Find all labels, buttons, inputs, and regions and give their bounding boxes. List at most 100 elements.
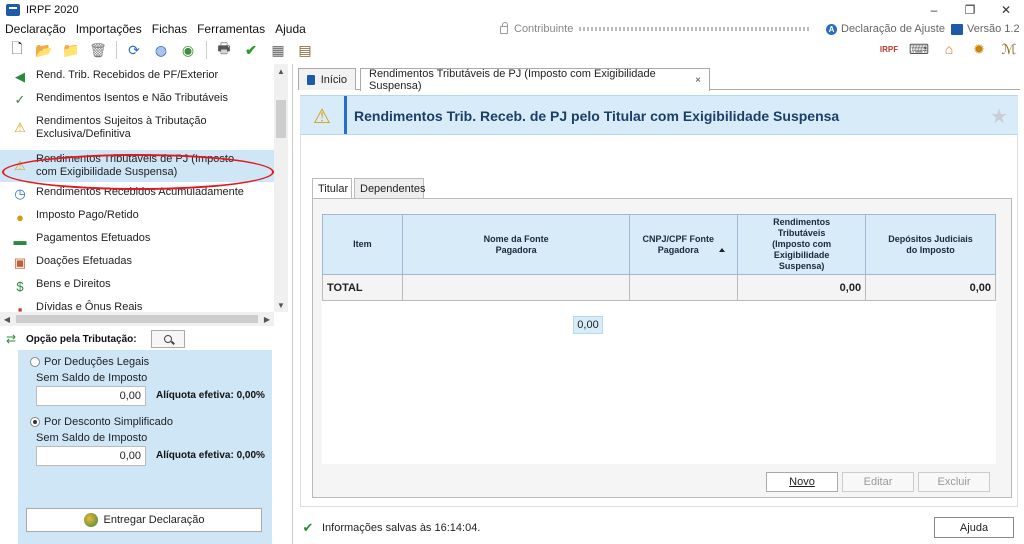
menu-ferramentas[interactable]: Ferramentas [192,22,270,36]
nav-item-rend-exclusiva[interactable]: ⚠ Rendimentos Sujeitos à Tributação Excl… [0,111,274,150]
radio-desconto-simplificado[interactable]: Por Desconto Simplificado [30,416,173,428]
nav-item-imposto-pago[interactable]: ● Imposto Pago/Retido [0,204,274,227]
radio-button-checked[interactable] [30,417,40,427]
tab-label: Dependentes [360,182,426,195]
irpf-icon[interactable]: IRPF [880,40,898,58]
money-warning-icon: ⚠ [313,105,331,128]
keyboard-icon[interactable]: ⌨ [909,40,929,58]
entregar-declaracao-button[interactable]: Entregar Declaração [26,508,262,532]
menu-ajuda[interactable]: Ajuda [270,22,311,36]
nav-item-pagamentos[interactable]: ▬ Pagamentos Efetuados [0,227,274,250]
column-header-nome-fonte[interactable]: Nome da Fonte Pagadora [401,214,631,275]
nav-item-bens-direitos[interactable]: $ Bens e Direitos [0,273,274,296]
globe-icon[interactable]: ◉ [179,41,197,59]
restore-button[interactable]: ❐ [952,0,988,20]
nav-item-dividas[interactable]: ▪ Dívidas e Ônus Reais [0,296,274,312]
scroll-right-icon[interactable]: ▶ [260,312,274,326]
opcao-tributacao-label: Opção pela Tributação: [26,333,137,345]
nav-item-label: Rendimentos Tributáveis de PJ (Imposto c… [36,153,235,178]
toolbar: 🗋 📂 📁 🗑 ⟳ ◍ ◉ 🖶 ✔ ▦ ▤ IRPF ⌨ ⌂ ✹ ℳ [0,38,1024,62]
version-info: Versão 1.2 [951,20,1020,38]
column-header-item[interactable]: Item [322,214,403,275]
simplificado-saldo-label: Sem Saldo de Imposto [36,432,148,444]
deducoes-value-field: 0,00 [36,386,146,406]
donation-icon: ▣ [13,255,27,270]
check-icon[interactable]: ✔ [242,41,260,59]
contribuinte-info: Contribuinte [500,20,810,38]
status-message: Informações salvas às 16:14:04. [322,522,481,534]
window-title: IRPF 2020 [26,4,79,16]
radio-simplificado-label: Por Desconto Simplificado [44,416,174,428]
declaration-type-icon: A [826,23,837,35]
scroll-thumb[interactable] [276,100,286,138]
opcao-tributacao-row: ⇄ Opção pela Tributação: [0,328,290,350]
total-label: TOTAL [322,274,403,301]
tab-dependentes[interactable]: Dependentes [354,178,426,198]
menu-importacoes[interactable]: Importações [71,22,147,36]
toolbar-separator [206,41,207,59]
nav-item-doacoes[interactable]: ▣ Doações Efetuadas [0,250,274,273]
scroll-left-icon[interactable]: ◀ [0,312,14,326]
trash-icon[interactable]: 🗑 [89,41,107,59]
column-header-rendimentos[interactable]: Rendimentos Tributáveis (Imposto com Exi… [737,214,867,275]
shield-check-icon: ✓ [14,92,26,107]
open-folder-icon[interactable]: 📂 [35,41,53,59]
menu-declaracao[interactable]: Declaração [0,22,71,36]
dollar-box-icon: $ [16,278,24,294]
close-button[interactable]: ✕ [988,0,1024,20]
radio-button[interactable] [30,357,40,367]
calculator-icon[interactable]: ▦ [269,41,287,59]
nav-item-label: Rend. Trib. Recebidos de PF/Exterior [36,69,219,81]
search-button[interactable] [150,330,185,348]
radio-deducoes-label: Por Deduções Legais [44,356,150,368]
new-file-icon[interactable]: 🗋 [8,40,26,59]
help-m-icon[interactable]: ℳ [1000,40,1018,58]
report-icon[interactable]: ▤ [296,41,314,59]
nav-item-label: Dívidas e Ônus Reais [36,301,143,312]
close-tab-icon[interactable]: × [695,75,701,86]
novo-button[interactable]: Novo [766,472,838,492]
home-tab-icon [307,74,315,85]
window-controls: – ❐ ✕ [916,0,1024,20]
folder-icon[interactable]: 📁 [62,41,80,59]
tributacao-panel: Por Deduções Legais Sem Saldo de Imposto… [18,350,272,544]
menu-fichas[interactable]: Fichas [147,22,192,36]
simplificado-aliquota: Alíquota efetiva: 0,00% [156,450,265,461]
globe-arrows-icon[interactable]: ⟳ [125,41,143,59]
nav-item-rend-isentos[interactable]: ✓ Rendimentos Isentos e Não Tributáveis [0,87,274,111]
minimize-button[interactable]: – [916,0,952,20]
excluir-button[interactable]: Excluir [918,472,990,492]
grid-container: Item Nome da Fonte Pagadora CNPJ/CPF Fon… [312,198,1012,498]
warning-icon: ⚠ [14,120,26,135]
home-icon[interactable]: ⌂ [940,40,958,58]
total-cell-cnpj [629,274,739,301]
money-warning-icon: ⚠ [14,158,26,173]
ajuda-button[interactable]: Ajuda [934,517,1014,538]
entregar-label: Entregar Declaração [103,514,205,526]
column-header-depositos[interactable]: Depósitos Judiciais do Imposto [865,214,996,275]
nav-item-rend-trib-pf[interactable]: ◀ Rend. Trib. Recebidos de PF/Exterior [0,64,274,87]
favorite-star-icon[interactable]: ★ [990,104,1008,129]
toolbar-separator [116,41,117,59]
nav-vertical-scrollbar[interactable]: ▲ ▼ [274,64,288,312]
document-tabs: Início Rendimentos Tributáveis de PJ (Im… [298,68,1020,92]
tab-inicio[interactable]: Início [298,68,356,90]
print-icon[interactable]: 🖶 [215,40,233,59]
nav-item-rend-exigibilidade-suspensa[interactable]: ⚠ Rendimentos Tributáveis de PJ (Imposto… [0,150,274,182]
radio-deducoes-legais[interactable]: Por Deduções Legais [30,356,149,368]
tab-titular[interactable]: Titular [312,178,352,199]
column-header-cnpj-cpf[interactable]: CNPJ/CPF Fonte Pagadora [629,214,739,275]
scroll-down-icon[interactable]: ▼ [274,298,288,312]
floating-value-label: 0,00 [573,316,603,334]
panel-splitter[interactable] [292,64,293,544]
tab-rend-exigibilidade-suspensa[interactable]: Rendimentos Tributáveis de PJ (Imposto c… [360,68,710,92]
nav-horizontal-scrollbar[interactable]: ◀ ▶ [0,312,274,326]
deducoes-aliquota: Alíquota efetiva: 0,00% [156,390,265,401]
scroll-thumb[interactable] [16,315,258,323]
nav-item-label: Doações Efetuadas [36,255,133,267]
globe-search-icon[interactable]: ◍ [152,41,170,59]
scroll-up-icon[interactable]: ▲ [274,64,288,78]
editar-button[interactable]: Editar [842,472,914,492]
receita-seal-icon[interactable]: ✹ [970,40,988,58]
nav-item-rend-acumulados[interactable]: ◷ Rendimentos Recebidos Acumuladamente [0,182,274,204]
